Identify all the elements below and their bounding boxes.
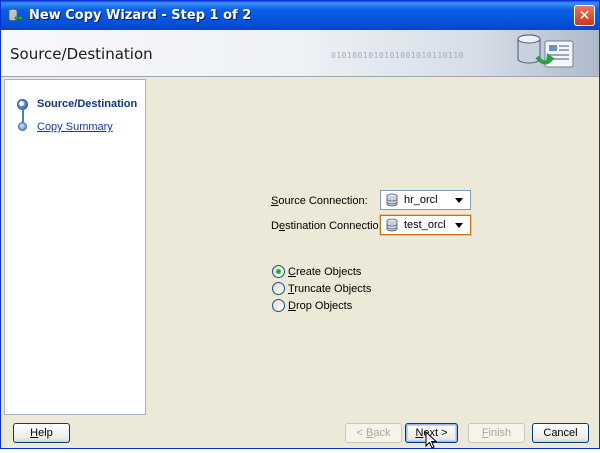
step-icon	[18, 122, 27, 131]
nav-item-source-destination[interactable]: Source/Destination	[37, 98, 137, 110]
destination-connection-value: test_orcl	[404, 219, 446, 231]
finish-button[interactable]: Finish	[468, 423, 525, 443]
cancel-button[interactable]: Cancel	[532, 423, 589, 443]
chevron-down-icon[interactable]	[452, 218, 466, 232]
header-banner: Source/Destination 010100101010100101011…	[1, 30, 599, 77]
destination-connection-label: Destination Connection:	[271, 220, 388, 232]
back-button[interactable]: < Back	[345, 423, 402, 443]
mouse-pointer-icon	[425, 430, 438, 450]
source-connection-select[interactable]: hr_orcl	[380, 190, 471, 210]
nav-item-copy-summary[interactable]: Copy Summary	[37, 121, 113, 133]
source-connection-label: Source Connection:	[271, 195, 368, 207]
header-decoration-text: 0101001010101001010110110	[331, 51, 464, 60]
drop-objects-option[interactable]: Drop Objects	[272, 299, 352, 312]
create-objects-option[interactable]: Create Objects	[272, 265, 361, 278]
drop-objects-radio[interactable]	[272, 299, 285, 312]
title-bar[interactable]: New Copy Wizard - Step 1 of 2 ✕	[1, 1, 599, 30]
chevron-down-icon[interactable]	[452, 193, 466, 207]
database-icon	[385, 218, 399, 232]
page-title: Source/Destination	[10, 45, 153, 63]
wizard-window: New Copy Wizard - Step 1 of 2 ✕ Source/D…	[0, 0, 600, 449]
step-connector	[22, 106, 24, 122]
destination-connection-select[interactable]: test_orcl	[380, 215, 471, 235]
wizard-step-nav: Source/Destination Copy Summary	[4, 79, 146, 415]
wizard-content: Source Connection: hr_orcl Destination C…	[148, 79, 597, 415]
database-copy-icon	[511, 33, 577, 75]
close-button[interactable]: ✕	[574, 5, 595, 26]
close-icon: ✕	[578, 7, 591, 23]
truncate-objects-option[interactable]: Truncate Objects	[272, 282, 371, 295]
create-objects-radio[interactable]	[272, 265, 285, 278]
wizard-app-icon	[7, 8, 24, 24]
source-connection-value: hr_orcl	[404, 194, 438, 206]
help-button[interactable]: Help	[13, 423, 70, 443]
database-icon	[385, 193, 399, 207]
window-title: New Copy Wizard - Step 1 of 2	[29, 8, 252, 23]
truncate-objects-radio[interactable]	[272, 282, 285, 295]
